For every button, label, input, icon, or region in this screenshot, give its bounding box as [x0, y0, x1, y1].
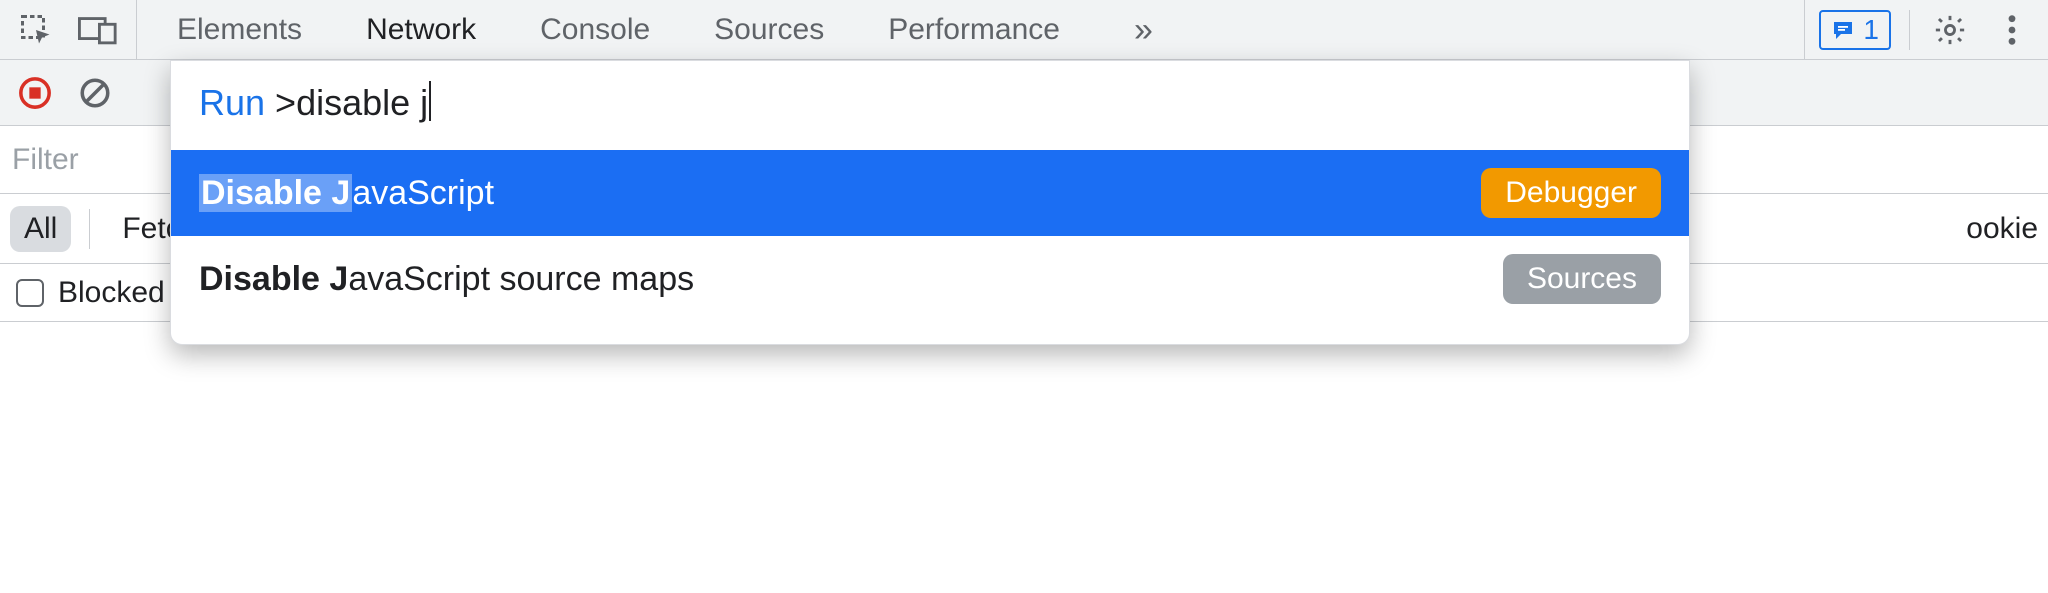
issues-count: 1: [1863, 14, 1879, 46]
record-button[interactable]: [18, 76, 52, 110]
issues-badge[interactable]: 1: [1819, 10, 1891, 50]
blocked-label: Blocked: [58, 276, 165, 310]
tab-list: Elements Network Console Sources Perform…: [137, 0, 1804, 59]
command-palette-input[interactable]: Run >disable j: [171, 61, 1689, 150]
tabstrip-right-tools: 1: [1804, 0, 2048, 59]
command-palette: Run >disable j Disable JavaScript Debugg…: [170, 60, 1690, 345]
gear-icon: [1933, 13, 1967, 47]
tab-console[interactable]: Console: [540, 0, 650, 60]
separator: [89, 209, 90, 249]
palette-bottom-spacer: [171, 322, 1689, 344]
panel-badge-sources: Sources: [1503, 254, 1661, 304]
command-label: Disable JavaScript: [199, 174, 494, 213]
tabstrip-left-tools: [0, 0, 137, 59]
clear-button[interactable]: [78, 76, 112, 110]
command-item-disable-js-source-maps[interactable]: Disable JavaScript source maps Sources: [171, 236, 1689, 322]
record-stop-icon: [18, 76, 52, 110]
tab-sources[interactable]: Sources: [714, 0, 824, 60]
command-label: Disable JavaScript source maps: [199, 260, 694, 299]
inspect-element-icon[interactable]: [18, 12, 54, 48]
blocked-checkbox[interactable]: [16, 279, 44, 307]
settings-button[interactable]: [1928, 13, 1972, 47]
tab-network[interactable]: Network: [366, 0, 476, 60]
kebab-icon: [2007, 13, 2017, 47]
command-query: >disable j: [275, 81, 431, 124]
chip-cookies-partial[interactable]: ookie: [1966, 212, 2038, 246]
tab-elements[interactable]: Elements: [177, 0, 302, 60]
chip-all[interactable]: All: [10, 206, 71, 252]
more-menu-button[interactable]: [1990, 13, 2034, 47]
panel-badge-debugger: Debugger: [1481, 168, 1661, 218]
clear-icon: [78, 76, 112, 110]
run-prefix-label: Run: [199, 82, 265, 124]
chat-icon: [1831, 18, 1855, 42]
filter-input[interactable]: Filter: [12, 143, 162, 177]
separator: [1909, 10, 1910, 50]
tabs-overflow-icon[interactable]: »: [1124, 0, 1153, 60]
device-toolbar-icon[interactable]: [78, 14, 118, 46]
tab-performance[interactable]: Performance: [888, 0, 1060, 60]
devtools-tabstrip: Elements Network Console Sources Perform…: [0, 0, 2048, 60]
text-caret: [429, 81, 431, 121]
command-item-disable-javascript[interactable]: Disable JavaScript Debugger: [171, 150, 1689, 236]
